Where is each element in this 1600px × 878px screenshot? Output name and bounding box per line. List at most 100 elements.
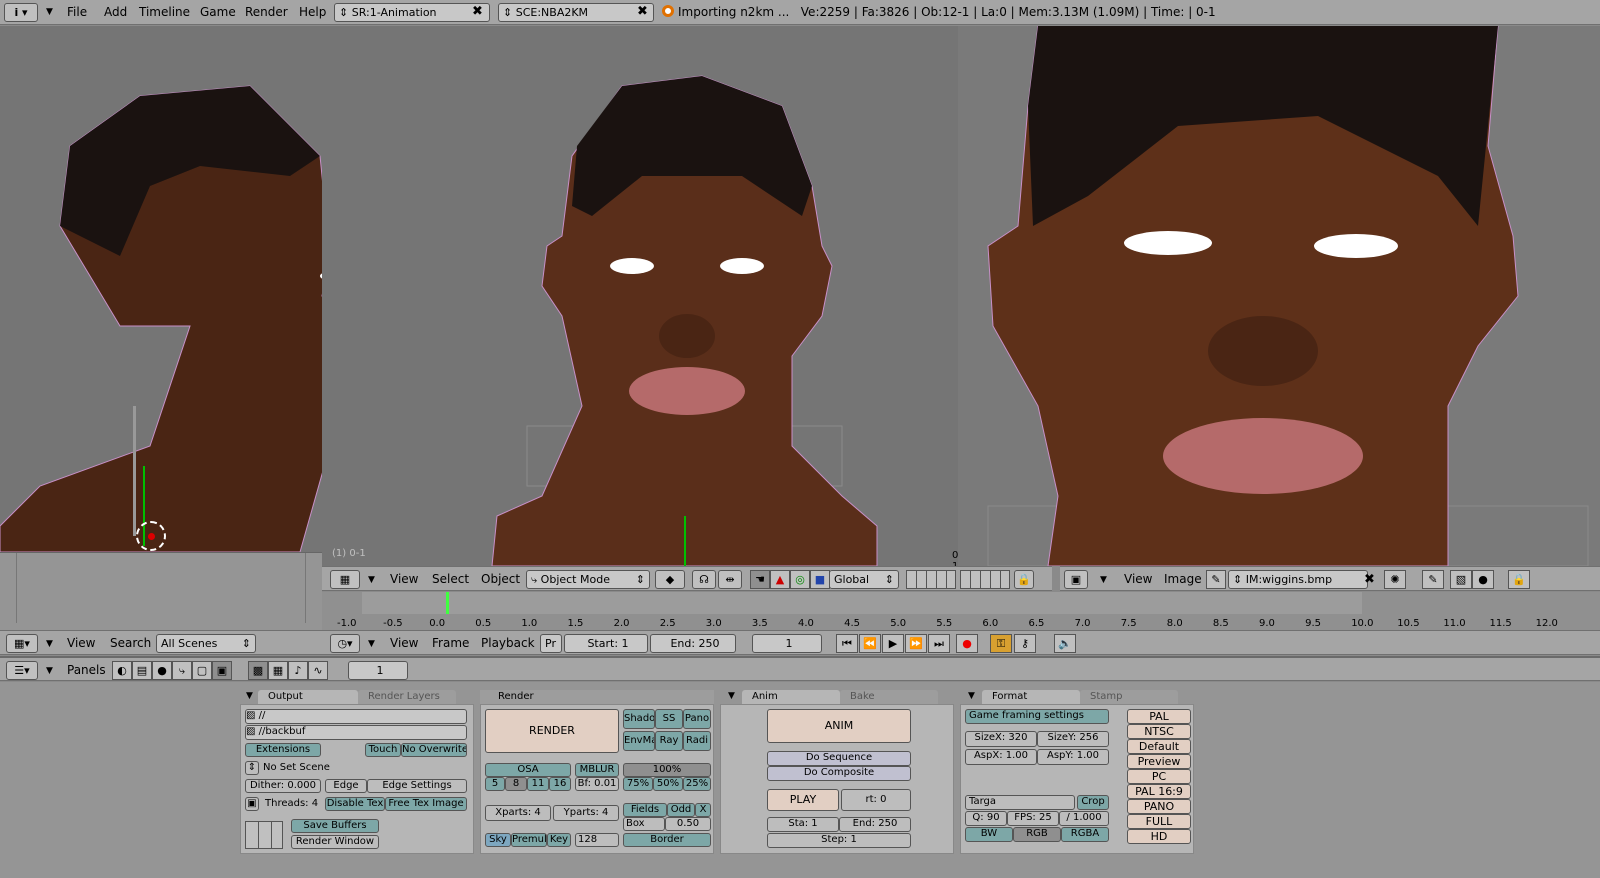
collapse-triangle-icon[interactable]: ▼	[368, 639, 375, 649]
image-editor-icon[interactable]: ▣	[1064, 570, 1088, 589]
menu-timeline-frame[interactable]: Frame	[432, 636, 469, 650]
collapse-triangle-icon[interactable]: ▼	[46, 639, 53, 649]
touch-button[interactable]: Touch	[365, 743, 401, 757]
do-composite-button[interactable]: Do Composite	[767, 766, 911, 781]
ray-button[interactable]: Ray	[655, 731, 683, 751]
jump-start-icon[interactable]: ⏮	[836, 634, 858, 653]
end-frame-field[interactable]: End: 250	[650, 634, 736, 653]
fps-field[interactable]: FPS: 25	[1007, 811, 1059, 826]
scale-icon[interactable]: ■	[810, 570, 830, 589]
tab-stamp[interactable]: Stamp	[1080, 690, 1178, 704]
menu-3d-object[interactable]: Object	[481, 572, 520, 586]
osa-5[interactable]: 5	[485, 777, 505, 791]
radio-button[interactable]: Radi	[683, 731, 711, 751]
edge-settings-button[interactable]: Edge Settings	[367, 779, 467, 793]
size-25[interactable]: 25%	[683, 777, 711, 791]
key-button[interactable]: Key	[547, 833, 571, 847]
filter-dropdown[interactable]: Box	[623, 817, 665, 831]
fields-button[interactable]: Fields	[623, 803, 667, 817]
collapse-triangle-icon[interactable]: ▼	[368, 575, 375, 585]
dither-field[interactable]: Dither: 0.000	[245, 779, 321, 793]
menu-3d-view[interactable]: View	[390, 572, 418, 586]
image-name-field[interactable]: ⇕ IM:wiggins.bmp	[1228, 570, 1368, 589]
shadow-button[interactable]: Shado	[623, 709, 655, 729]
pivot-icon[interactable]: ☊	[692, 570, 716, 589]
anim-collapse-icon[interactable]: ▼	[728, 691, 735, 701]
hand-icon[interactable]: ☚	[750, 570, 770, 589]
preset-preview[interactable]: Preview	[1127, 754, 1191, 769]
object-icon[interactable]: ⤷	[172, 661, 192, 680]
edge-button[interactable]: Edge	[325, 779, 367, 793]
pin-icon[interactable]: ✎	[1206, 570, 1226, 589]
viewport-front[interactable]: 0-1 (1) 0-1	[322, 26, 962, 572]
disable-tex-button[interactable]: Disable Tex	[325, 797, 385, 811]
bw-button[interactable]: BW	[965, 827, 1013, 842]
render-icon[interactable]: ▩	[248, 661, 268, 680]
tab-render-layers[interactable]: Render Layers	[358, 690, 456, 704]
menu-outliner-view[interactable]: View	[67, 636, 95, 650]
start-frame-field[interactable]: Start: 1	[564, 634, 648, 653]
collapse-triangle-icon[interactable]: ▼	[1100, 575, 1107, 585]
osa-16[interactable]: 16	[549, 777, 571, 791]
tab-bake[interactable]: Bake	[840, 690, 938, 704]
output-path-field[interactable]: ▨ //	[245, 709, 467, 724]
no-overwrite-button[interactable]: No Overwrite	[401, 743, 467, 757]
fast-forward-icon[interactable]: ⏩	[905, 634, 927, 653]
menu-add[interactable]: Add	[104, 5, 127, 19]
viewport-side[interactable]	[0, 26, 322, 552]
threads-toggle-icon[interactable]: ▣	[245, 797, 259, 811]
editing-icon[interactable]: ▢	[192, 661, 212, 680]
info-icon[interactable]: i ▾	[4, 3, 38, 22]
rewind-icon[interactable]: ⏪	[859, 634, 881, 653]
tab-output[interactable]: Output	[258, 690, 358, 704]
world-icon[interactable]: ∿	[308, 661, 328, 680]
size-75[interactable]: 75%	[623, 777, 653, 791]
bf-field[interactable]: Bf: 0.01	[575, 777, 619, 791]
menu-image-view[interactable]: View	[1124, 572, 1152, 586]
menu-timeline-playback[interactable]: Playback	[481, 636, 535, 650]
aspx-field[interactable]: AspX: 1.00	[965, 749, 1037, 765]
size-50[interactable]: 50%	[653, 777, 683, 791]
play-button[interactable]: PLAY	[767, 789, 839, 811]
layer-buttons-2[interactable]	[960, 570, 1010, 589]
script-icon[interactable]: ▤	[132, 661, 152, 680]
play-icon[interactable]: ▶	[882, 634, 904, 653]
preset-pano[interactable]: PANO	[1127, 799, 1191, 814]
editor-type-icon[interactable]: ▦▾	[6, 634, 38, 653]
x-button[interactable]: X	[695, 803, 711, 817]
draw-type-icon[interactable]: ◆	[655, 570, 685, 589]
rgb-button[interactable]: RGB	[1013, 827, 1061, 842]
panels-label[interactable]: Panels	[67, 663, 106, 677]
envmap-button[interactable]: EnvMa	[623, 731, 655, 751]
sky-button[interactable]: Sky	[485, 833, 511, 847]
osa-button[interactable]: OSA	[485, 763, 571, 777]
current-frame-field[interactable]: 1	[752, 634, 822, 653]
tab-format[interactable]: Format	[982, 690, 1080, 704]
buttons-frame-field[interactable]: 1	[348, 661, 408, 680]
menu-game[interactable]: Game	[200, 5, 236, 19]
rt-field[interactable]: rt: 0	[841, 789, 911, 811]
tab-anim[interactable]: Anim	[742, 690, 840, 704]
menu-outliner-search[interactable]: Search	[110, 636, 151, 650]
jump-end-icon[interactable]: ⏭	[928, 634, 950, 653]
lock-icon[interactable]: 🔒	[1508, 570, 1530, 589]
menu-timeline[interactable]: Timeline	[139, 5, 190, 19]
shading-icon[interactable]: ●	[152, 661, 172, 680]
record-icon[interactable]: ●	[956, 634, 978, 653]
editor-type-icon[interactable]: ▦	[330, 570, 360, 589]
sizex-field[interactable]: SizeX: 320	[965, 731, 1037, 747]
record-icon[interactable]: ●	[1472, 570, 1494, 589]
render-window-dropdown[interactable]: Render Window	[291, 835, 379, 849]
filter-size-field[interactable]: 0.50	[665, 817, 711, 831]
crop-button[interactable]: Crop	[1077, 795, 1109, 810]
xparts-field[interactable]: Xparts: 4	[485, 805, 551, 821]
keying-set-icon[interactable]: ⚿	[990, 634, 1012, 653]
image-settings-icon[interactable]: ✺	[1384, 570, 1406, 589]
extensions-button[interactable]: Extensions	[245, 743, 321, 757]
screen-selector[interactable]: ⇕ SR:1-Animation	[334, 3, 490, 22]
menu-timeline-view[interactable]: View	[390, 636, 418, 650]
preset-pc[interactable]: PC	[1127, 769, 1191, 784]
sound-icon[interactable]: ♪	[288, 661, 308, 680]
scene-selector[interactable]: ⇕ SCE:NBA2KM	[498, 3, 654, 22]
logic-icon[interactable]: ◐	[112, 661, 132, 680]
